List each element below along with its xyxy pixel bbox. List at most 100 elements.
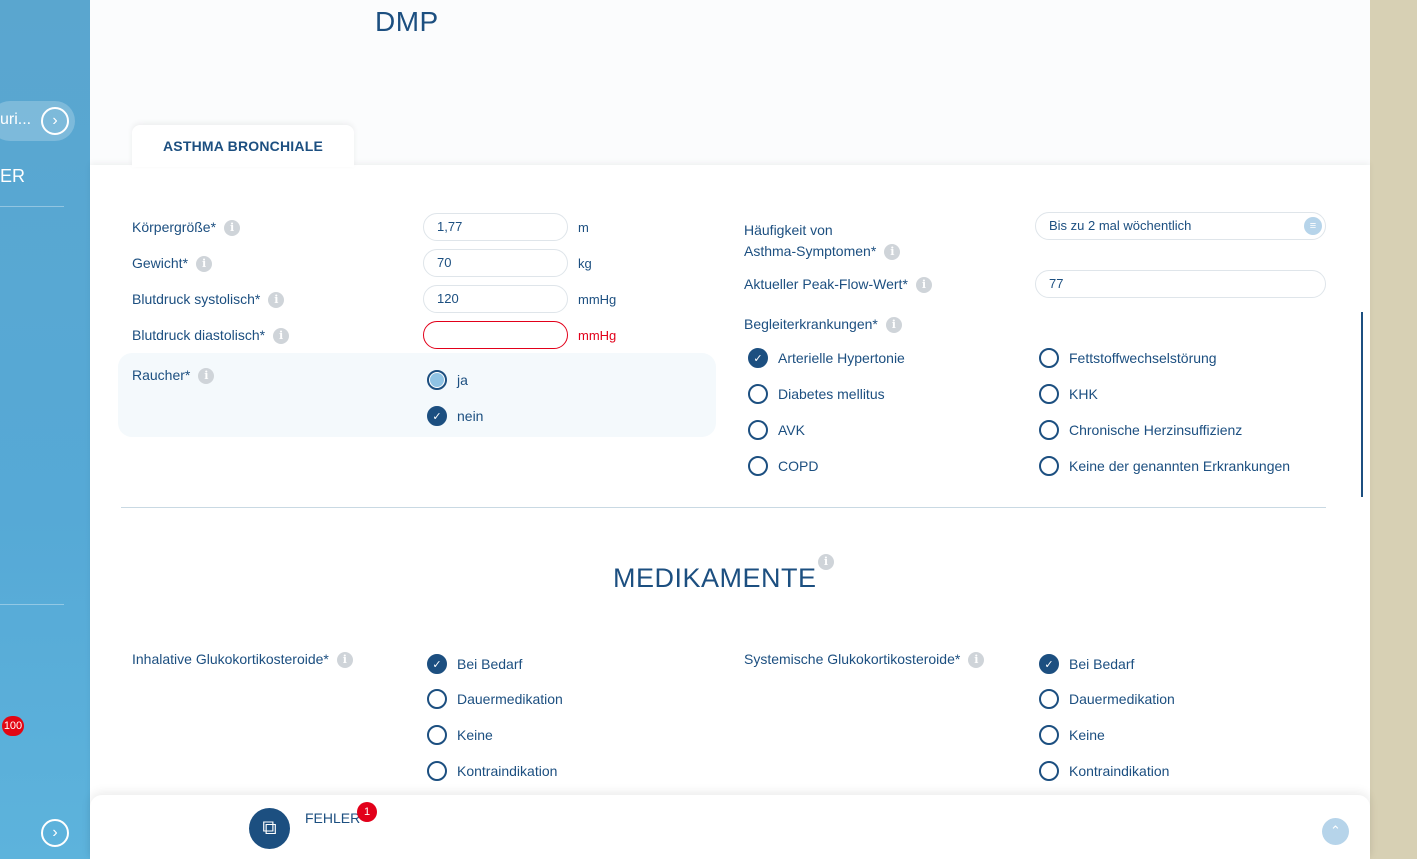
- info-icon[interactable]: i: [915, 277, 932, 294]
- info-icon[interactable]: i: [268, 292, 285, 309]
- diastolic-input[interactable]: [423, 321, 568, 349]
- systemic-option[interactable]: Dauermedikation: [1039, 688, 1175, 710]
- tab-asthma-bronchiale[interactable]: ASTHMA BRONCHIALE: [132, 125, 354, 167]
- comorbidity-option[interactable]: AVK: [748, 419, 805, 441]
- symptoms-select[interactable]: Bis zu 2 mal wöchentlich: [1035, 212, 1326, 240]
- info-icon[interactable]: i: [273, 328, 290, 345]
- option-label: KHK: [1069, 386, 1098, 402]
- windows-icon[interactable]: ⧉: [249, 808, 290, 849]
- weight-label: Gewicht* i: [132, 255, 213, 273]
- checkbox-icon[interactable]: [1039, 384, 1059, 404]
- option-label: Keine: [457, 727, 493, 743]
- systolic-unit: mmHg: [578, 292, 617, 307]
- sidebar: uri... › ER 100 ›: [0, 0, 90, 859]
- chevron-right-icon[interactable]: ›: [41, 107, 69, 135]
- radio-selected-icon[interactable]: [427, 370, 447, 390]
- inhaled-option[interactable]: Dauermedikation: [427, 688, 563, 710]
- sidebar-active-item-label: uri...: [0, 111, 32, 128]
- page-title: DMP: [375, 6, 439, 37]
- systemic-option[interactable]: Kontraindikation: [1039, 760, 1169, 782]
- checkbox-icon[interactable]: [427, 761, 447, 781]
- info-icon[interactable]: i: [885, 317, 902, 334]
- checkmark-icon[interactable]: ✓: [748, 348, 768, 368]
- smoker-label: Raucher* i: [132, 367, 215, 385]
- info-icon[interactable]: i: [224, 220, 241, 237]
- right-background-strip: [1370, 0, 1417, 859]
- option-label: Dauermedikation: [457, 691, 563, 707]
- option-label: Kontraindikation: [1069, 763, 1170, 779]
- smoker-option-ja[interactable]: ja: [427, 369, 468, 391]
- checkbox-icon[interactable]: [1039, 761, 1059, 781]
- systemic-label: Systemische Glukokortikosteroide* i: [744, 651, 985, 669]
- smoker-section: [118, 353, 716, 437]
- smoker-option-nein[interactable]: ✓ nein: [427, 405, 483, 427]
- checkbox-icon[interactable]: [427, 725, 447, 745]
- inhaled-label-text: Inhalative Glukokortikosteroide*: [132, 651, 329, 667]
- comorbidity-option[interactable]: Diabetes mellitus: [748, 383, 885, 405]
- comorbidity-option[interactable]: Keine der genannten Erkrankungen: [1039, 455, 1290, 477]
- notification-badge: 100: [2, 716, 24, 736]
- comorbidity-option[interactable]: Chronische Herzinsuffizienz: [1039, 419, 1242, 441]
- sidebar-item-label[interactable]: ER: [0, 166, 25, 187]
- sidebar-divider: [0, 206, 64, 207]
- peak-flow-label: Aktueller Peak-Flow-Wert* i: [744, 276, 932, 294]
- symptoms-label-line2: Asthma-Symptomen*: [744, 243, 877, 259]
- diastolic-label: Blutdruck diastolisch* i: [132, 327, 290, 345]
- peak-flow-label-text: Aktueller Peak-Flow-Wert*: [744, 276, 908, 292]
- height-label: Körpergröße* i: [132, 219, 241, 237]
- chevron-up-icon[interactable]: ⌃: [1322, 818, 1349, 845]
- info-icon[interactable]: i: [198, 368, 215, 385]
- systemic-option[interactable]: Keine: [1039, 724, 1105, 746]
- checkbox-icon[interactable]: [1039, 725, 1059, 745]
- checkbox-icon[interactable]: [427, 689, 447, 709]
- height-unit: m: [578, 220, 589, 235]
- expand-sidebar-icon[interactable]: ›: [41, 819, 69, 847]
- option-label: Fettstoffwechselstörung: [1069, 350, 1217, 366]
- menu-icon[interactable]: ≡: [1304, 217, 1322, 235]
- systolic-label-text: Blutdruck systolisch*: [132, 291, 261, 307]
- checkbox-icon[interactable]: [1039, 420, 1059, 440]
- info-icon[interactable]: i: [196, 256, 213, 273]
- info-icon[interactable]: i: [818, 554, 834, 570]
- inhaled-option[interactable]: Kontraindikation: [427, 760, 557, 782]
- option-label: Kontraindikation: [457, 763, 558, 779]
- diastolic-unit: mmHg: [578, 328, 617, 343]
- checkbox-icon[interactable]: [748, 420, 768, 440]
- checkmark-icon[interactable]: ✓: [1039, 654, 1059, 674]
- info-icon[interactable]: i: [336, 652, 353, 669]
- comorbidity-option[interactable]: ✓ Arterielle Hypertonie: [748, 347, 905, 369]
- comorbidities-label: Begleiterkrankungen* i: [744, 316, 902, 334]
- checkmark-icon[interactable]: ✓: [427, 406, 447, 426]
- inhaled-option[interactable]: ✓ Bei Bedarf: [427, 653, 522, 675]
- option-label: nein: [457, 408, 484, 424]
- comorbidity-option[interactable]: Fettstoffwechselstörung: [1039, 347, 1217, 369]
- info-icon[interactable]: i: [968, 652, 985, 669]
- option-label: AVK: [778, 422, 805, 438]
- section-divider: [121, 507, 1326, 508]
- inhaled-option[interactable]: Keine: [427, 724, 493, 746]
- checkbox-icon[interactable]: [1039, 689, 1059, 709]
- comorbidity-option[interactable]: KHK: [1039, 383, 1098, 405]
- weight-input[interactable]: 70: [423, 249, 568, 277]
- peak-flow-input[interactable]: 77: [1035, 270, 1326, 298]
- section-title-medication: MEDIKAMENTE: [613, 563, 817, 593]
- systolic-label: Blutdruck systolisch* i: [132, 291, 285, 309]
- checkbox-icon[interactable]: [1039, 456, 1059, 476]
- systolic-input[interactable]: 120: [423, 285, 568, 313]
- scroll-indicator[interactable]: [1361, 312, 1363, 497]
- checkbox-icon[interactable]: [1039, 348, 1059, 368]
- checkbox-icon[interactable]: [748, 384, 768, 404]
- option-label: Bei Bedarf: [1069, 656, 1135, 672]
- checkbox-icon[interactable]: [748, 456, 768, 476]
- option-label: COPD: [778, 458, 819, 474]
- comorbidity-option[interactable]: COPD: [748, 455, 818, 477]
- height-input[interactable]: 1,77: [423, 213, 568, 241]
- diastolic-label-text: Blutdruck diastolisch*: [132, 327, 266, 343]
- errors-button[interactable]: FEHLER: [305, 810, 360, 826]
- systemic-option[interactable]: ✓ Bei Bedarf: [1039, 653, 1134, 675]
- option-label: Bei Bedarf: [457, 656, 523, 672]
- info-icon[interactable]: i: [884, 244, 901, 261]
- option-label: Dauermedikation: [1069, 691, 1175, 707]
- checkmark-icon[interactable]: ✓: [427, 654, 447, 674]
- errors-count-badge: 1: [357, 802, 377, 822]
